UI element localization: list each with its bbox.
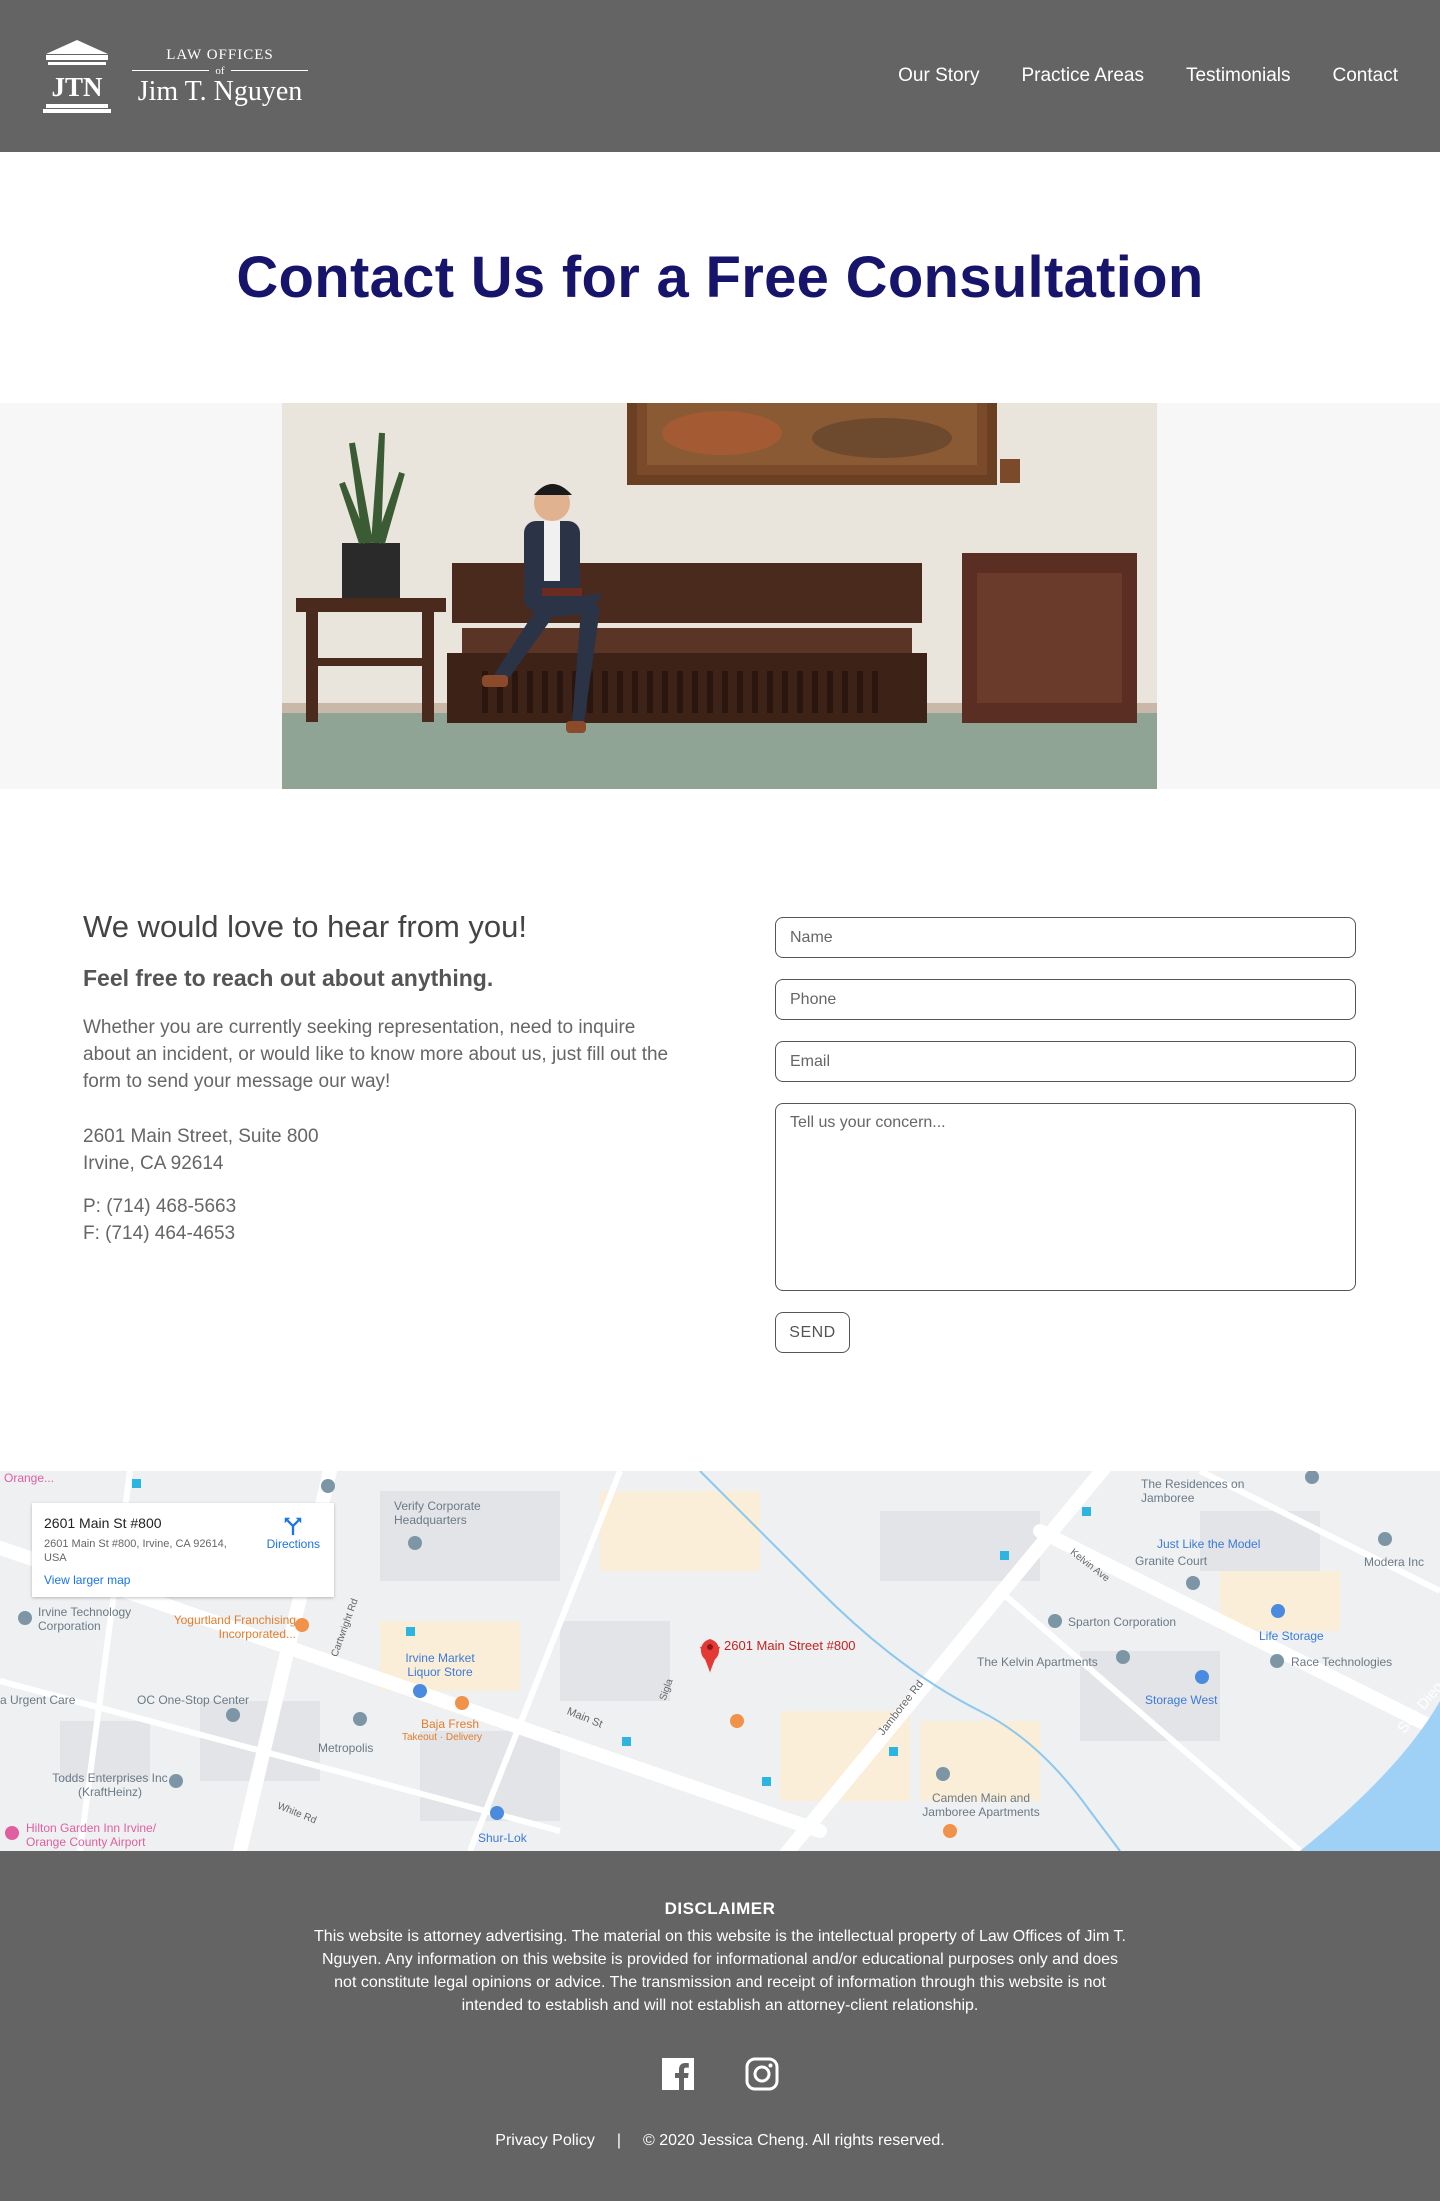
map-label-verify: Verify Corporate Headquarters bbox=[394, 1499, 481, 1527]
map-label-kelvin: The Kelvin Apartments bbox=[977, 1655, 1098, 1669]
privacy-policy-link[interactable]: Privacy Policy bbox=[495, 2132, 595, 2150]
logo[interactable]: JTN LAW OFFICES of Jim T. Nguyen bbox=[42, 38, 308, 114]
map-label-baja-sub: Takeout · Delivery bbox=[402, 1732, 483, 1743]
logo-text: LAW OFFICES of Jim T. Nguyen bbox=[132, 47, 308, 106]
social-links bbox=[0, 2057, 1440, 2096]
map-label-oc-one-stop: OC One-Stop Center bbox=[137, 1693, 250, 1707]
map-label-irvine-tech: Irvine Technology Corporation bbox=[38, 1605, 132, 1633]
map-info-card: 2601 Main St #800 2601 Main St #800, Irv… bbox=[32, 1503, 334, 1597]
contact-subheading: Feel free to reach out about anything. bbox=[83, 965, 494, 991]
footer-separator: | bbox=[616, 2132, 621, 2149]
map-label-baja: Baja Fresh bbox=[421, 1717, 480, 1731]
site-header: JTN LAW OFFICES of Jim T. Nguyen Our Sto… bbox=[0, 0, 1440, 152]
map-label-todds: Todds Enterprises Inc (KraftHeinz) bbox=[52, 1771, 168, 1799]
email-input[interactable] bbox=[775, 1041, 1356, 1082]
instagram-link[interactable] bbox=[745, 2057, 779, 2096]
disclaimer-title: DISCLAIMER bbox=[664, 1899, 776, 1918]
map-card-address: 2601 Main St #800, Irvine, CA 92614, USA bbox=[44, 1538, 227, 1564]
instagram-icon bbox=[745, 2057, 779, 2091]
directions-icon bbox=[285, 1517, 302, 1536]
contact-heading: We would love to hear from you! bbox=[83, 909, 527, 944]
contact-section: We would love to hear from you! Feel fre… bbox=[0, 789, 1440, 1471]
map-label-race: Race Technologies bbox=[1291, 1655, 1393, 1669]
nav-testimonials[interactable]: Testimonials bbox=[1186, 65, 1291, 87]
map-label-urgent-care: a Urgent Care bbox=[0, 1693, 76, 1707]
nav-our-story[interactable]: Our Story bbox=[898, 65, 979, 87]
copyright: © 2020 Jessica Cheng. All rights reserve… bbox=[643, 2132, 945, 2149]
courthouse-logo-icon: JTN bbox=[43, 40, 111, 113]
main-nav: Our Story Practice Areas Testimonials Co… bbox=[898, 65, 1398, 87]
map-label-shur-lok: Shur-Lok bbox=[478, 1831, 527, 1845]
map-label-hilton: Hilton Garden Inn Irvine/ Orange County … bbox=[26, 1821, 157, 1849]
address-line-1: 2601 Main Street, Suite 800 bbox=[83, 1126, 319, 1147]
footer-bottom: Privacy Policy | © 2020 Jessica Cheng. A… bbox=[0, 2132, 1440, 2150]
map-pin-label: 2601 Main Street #800 bbox=[724, 1638, 856, 1653]
send-button[interactable]: SEND bbox=[775, 1312, 850, 1353]
nav-practice-areas[interactable]: Practice Areas bbox=[1021, 65, 1144, 87]
nav-contact[interactable]: Contact bbox=[1333, 65, 1398, 87]
svg-text:JTN: JTN bbox=[51, 72, 103, 102]
map-label-storage-west: Storage West bbox=[1145, 1693, 1218, 1707]
directions-label: Directions bbox=[266, 1537, 320, 1551]
map-label-orange: Orange... bbox=[4, 1471, 55, 1485]
facebook-link[interactable] bbox=[661, 2057, 695, 2096]
logo-of: of bbox=[132, 65, 308, 77]
office-photo bbox=[282, 403, 1157, 789]
page-title: Contact Us for a Free Consultation bbox=[236, 245, 1204, 310]
contact-form: SEND bbox=[775, 917, 1356, 1353]
logo-name: Jim T. Nguyen bbox=[137, 75, 303, 107]
google-map[interactable]: Orange... Verify Corporate Headquarters … bbox=[0, 1471, 1440, 1851]
name-input[interactable] bbox=[775, 917, 1356, 958]
map-label-just-like: Just Like the Model bbox=[1157, 1537, 1261, 1551]
map-label-irvine-market: Irvine Market Liquor Store bbox=[405, 1651, 475, 1679]
facebook-icon bbox=[662, 2058, 694, 2091]
message-textarea[interactable] bbox=[775, 1103, 1356, 1291]
hero-section: Contact Us for a Free Consultation bbox=[0, 152, 1440, 403]
view-larger-map-link[interactable]: View larger map bbox=[44, 1573, 322, 1587]
map-label-granite: Granite Court bbox=[1135, 1554, 1208, 1568]
directions-button[interactable]: Directions bbox=[267, 1515, 320, 1551]
map-label-residences: The Residences on Jamboree bbox=[1141, 1477, 1245, 1505]
logo-law-offices: LAW OFFICES bbox=[166, 46, 274, 63]
photo-band bbox=[0, 403, 1440, 789]
contact-body: Whether you are currently seeking repres… bbox=[83, 1017, 669, 1092]
address-line-2: Irvine, CA 92614 bbox=[83, 1153, 224, 1174]
map-label-yogurtland: Yogurtland Franchising Incorporated... bbox=[173, 1613, 296, 1641]
map-label-metropolis: Metropolis bbox=[318, 1741, 374, 1755]
fax-number: F: (714) 464-4653 bbox=[83, 1223, 236, 1244]
site-footer: DISCLAIMER This website is attorney adve… bbox=[0, 1851, 1440, 2201]
map-label-camden: Camden Main and Jamboree Apartments bbox=[922, 1791, 1040, 1819]
map-label-modera: Modera Inc bbox=[1364, 1555, 1425, 1569]
phone-number: P: (714) 468-5663 bbox=[83, 1196, 237, 1217]
contact-info: We would love to hear from you! Feel fre… bbox=[83, 909, 683, 1247]
disclaimer-text: This website is attorney advertising. Th… bbox=[314, 1928, 1126, 2014]
phone-input[interactable] bbox=[775, 979, 1356, 1020]
map-label-sparton: Sparton Corporation bbox=[1068, 1615, 1177, 1629]
map-label-life-storage: Life Storage bbox=[1259, 1629, 1324, 1643]
